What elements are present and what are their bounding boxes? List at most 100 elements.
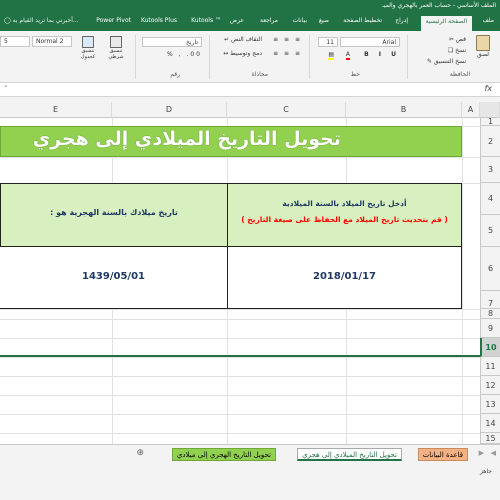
window-title-bar: الملف الأساسي - حساب العمر بالهجري والمي…	[0, 0, 500, 13]
gregorian-date-cell[interactable]: 2018/01/17	[227, 247, 462, 309]
grid-line	[0, 357, 480, 358]
align-horizontal-buttons[interactable]: ≡ ≡ ≡	[273, 50, 302, 57]
tell-me-box[interactable]: ◯ أخبرني بما تريد القيام به...	[4, 17, 79, 24]
cut-button[interactable]: ✂ قص	[449, 36, 466, 43]
font-style-buttons[interactable]: B I U	[364, 51, 400, 58]
ribbon: لصق ✂ قص ❏ نسخ ✎ نسخ التنسيق الحافظة Ari…	[0, 31, 500, 83]
row-header-6[interactable]: 6	[480, 247, 500, 291]
fill-color-button[interactable]: ▤	[328, 51, 334, 60]
select-all-corner[interactable]	[480, 102, 500, 118]
format-as-table-label: تنسيق كجدول	[80, 48, 96, 60]
window-title: الملف الأساسي - حساب العمر بالهجري والمي…	[382, 2, 496, 9]
style-normal2[interactable]: Normal 2	[32, 36, 72, 47]
tab-file[interactable]: ملف	[483, 17, 494, 24]
formula-expand-icon[interactable]: ˅	[4, 85, 8, 93]
row-header-11[interactable]: 11	[480, 357, 500, 376]
column-header-c[interactable]: C	[227, 102, 346, 118]
font-name-box[interactable]: Arial	[340, 37, 400, 47]
wrap-text-label: التفاف النص	[231, 36, 262, 43]
sheet-nav-right-icon[interactable]: ◀	[491, 449, 496, 457]
sheet-tab-database[interactable]: قاعدة البيانات	[417, 448, 468, 461]
function-icon[interactable]: fx	[484, 84, 492, 93]
add-sheet-icon[interactable]: ⊕	[136, 448, 144, 458]
grid-line	[0, 414, 480, 415]
grid-line	[0, 157, 480, 158]
font-color-button[interactable]: A	[345, 51, 350, 60]
copy-label: نسخ	[455, 47, 466, 54]
row-header-8[interactable]: 8	[480, 309, 500, 319]
tab-page-layout[interactable]: تخطيط الصفحة	[343, 17, 382, 24]
tab-power-pivot[interactable]: Power Pivot	[96, 17, 131, 24]
sheet-tab-gregorian-to-hijri[interactable]: تحويل التاريخ الميلادي إلى هجري	[297, 448, 402, 461]
merge-icon: ↔	[223, 50, 229, 57]
row-header-2[interactable]: 2	[480, 126, 500, 157]
format-as-table-button[interactable]: تنسيق كجدول	[76, 36, 100, 60]
clipboard-group-label: الحافظة	[449, 71, 470, 78]
column-header-b[interactable]: B	[346, 102, 462, 118]
gregorian-date-value: 2018/01/17	[313, 271, 376, 282]
row-header-14[interactable]: 14	[480, 414, 500, 433]
row-header-7[interactable]: 7	[480, 291, 500, 309]
conditional-format-icon	[110, 36, 122, 48]
wrap-text-button[interactable]: ↵ التفاف النص	[224, 36, 262, 43]
input-note: ( قم بتحديث تاريخ الميلاد مع الحفاظ على …	[241, 215, 448, 224]
row-header-10[interactable]: 10	[480, 338, 500, 357]
conditional-format-button[interactable]: تنسيق شرطي	[104, 36, 128, 60]
row-header-12[interactable]: 12	[480, 376, 500, 395]
tab-view[interactable]: عرض	[230, 17, 244, 24]
selected-row-indicator	[0, 338, 480, 357]
tab-kutools-plus[interactable]: Kutools Plus	[141, 17, 177, 24]
title-cell[interactable]: تحويل التاريخ الميلادي إلى هجري	[0, 126, 462, 157]
tab-home[interactable]: الصفحة الرئيسية	[420, 16, 472, 31]
tell-me-text: أخبرني بما تريد القيام به...	[12, 17, 79, 24]
group-separator	[209, 35, 210, 79]
number-format-buttons[interactable]: % , .00	[167, 51, 202, 58]
column-header-d[interactable]: D	[112, 102, 227, 118]
row-header-1[interactable]: 1	[480, 118, 500, 126]
formula-bar[interactable]: ˅ fx	[0, 83, 500, 97]
row-header-13[interactable]: 13	[480, 395, 500, 414]
alignment-group-label: محاذاة	[251, 71, 268, 78]
paste-button[interactable]: لصق	[472, 35, 494, 61]
font-name-value: Arial	[382, 39, 396, 46]
row-header-3[interactable]: 3	[480, 157, 500, 183]
group-separator	[135, 35, 136, 79]
merge-center-button[interactable]: ↔ دمج وتوسيط	[223, 50, 262, 57]
grid-line	[0, 376, 480, 377]
tab-kutools[interactable]: Kutools ™	[191, 17, 221, 24]
tab-data[interactable]: بيانات	[293, 17, 307, 24]
font-size-box[interactable]: 11	[318, 37, 338, 47]
grid-line	[0, 433, 480, 434]
row-header-15[interactable]: 15	[480, 433, 500, 444]
ribbon-tab-bar: ملف الصفحة الرئيسية إدراج تخطيط الصفحة ص…	[0, 13, 500, 31]
font-color-icon: A	[345, 51, 350, 60]
sheet-tab-hijri-to-gregorian[interactable]: تحويل التاريخ الهجري إلى ميلادي	[171, 448, 276, 461]
grid-line	[0, 395, 480, 396]
sheet-nav-left-icon[interactable]: ▶	[479, 449, 484, 457]
font-size-value: 11	[326, 39, 334, 46]
tab-insert[interactable]: إدراج	[395, 17, 408, 24]
column-header-a[interactable]: A	[462, 102, 480, 118]
style-5-label: 5	[4, 38, 8, 45]
font-group-label: خط	[350, 71, 360, 78]
column-header-e[interactable]: E	[0, 102, 112, 118]
copy-button[interactable]: ❏ نسخ	[448, 47, 466, 54]
align-top-buttons[interactable]: ≡ ≡ ≡	[273, 36, 302, 43]
row-header-9[interactable]: 9	[480, 319, 500, 338]
style-5[interactable]: 5	[0, 36, 30, 47]
row-header-4[interactable]: 4	[480, 183, 500, 215]
tab-formulas[interactable]: صيغ	[319, 17, 329, 24]
format-painter-button[interactable]: ✎ نسخ التنسيق	[427, 58, 466, 65]
output-label: تاريخ ميلادك بالسنة الهجرية هو :	[50, 208, 178, 217]
brush-icon: ✎	[426, 58, 432, 65]
cut-label: قص	[455, 36, 466, 43]
hijri-date-cell: 1439/05/01	[0, 247, 227, 309]
row-header-5[interactable]: 5	[480, 215, 500, 247]
fill-color-icon: ▤	[328, 51, 334, 60]
tab-review[interactable]: مراجعة	[260, 17, 278, 24]
output-label-cell[interactable]: تاريخ ميلادك بالسنة الهجرية هو :	[0, 183, 227, 247]
input-label-cell[interactable]: أدخل تاريخ الميلاد بالسنة الميلادية ( قم…	[227, 183, 462, 247]
paste-label: لصق	[476, 51, 490, 58]
number-format-box[interactable]: تاريخ	[142, 37, 202, 47]
hijri-date-value: 1439/05/01	[82, 271, 145, 282]
